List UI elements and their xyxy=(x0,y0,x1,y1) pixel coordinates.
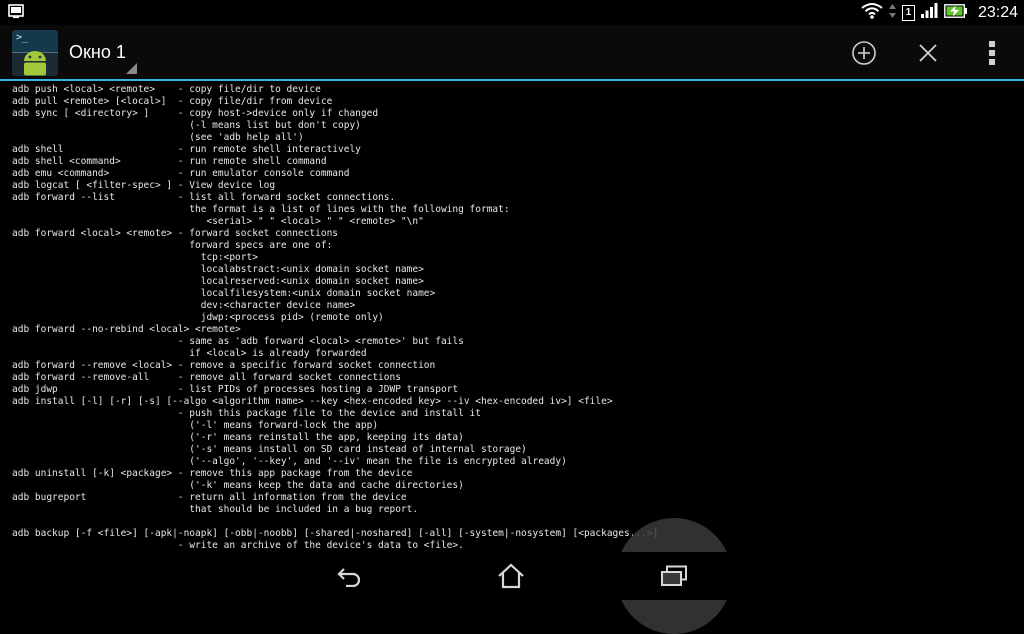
terminal-line: adb emu <command> - run emulator console… xyxy=(12,168,350,179)
terminal-line: adb bugreport - return all information f… xyxy=(12,492,407,503)
terminal-app-icon[interactable]: >_ xyxy=(12,30,58,76)
add-circle-icon[interactable] xyxy=(848,37,880,69)
android-icon xyxy=(24,51,46,76)
terminal-line: adb shell <command> - run remote shell c… xyxy=(12,156,327,167)
terminal-line: ('-l' means forward-lock the app) xyxy=(12,420,379,431)
terminal-line: localfilesystem:<unix domain socket name… xyxy=(12,288,436,299)
terminal-line: adb forward <local> <remote> - forward s… xyxy=(12,228,339,239)
terminal-line: ('-r' means reinstall the app, keeping i… xyxy=(12,432,464,443)
terminal-line: adb jdwp - list PIDs of processes hostin… xyxy=(12,384,459,395)
terminal-line: localabstract:<unix domain socket name> xyxy=(12,264,424,275)
app-icon-prompt: >_ xyxy=(16,32,29,43)
terminal-line: adb push <local> <remote> - copy file/di… xyxy=(12,84,321,95)
more-vert-icon[interactable] xyxy=(976,37,1008,69)
terminal-text: adb push <local> <remote> - copy file/di… xyxy=(0,81,1024,552)
terminal-line: adb pull <remote> [<local>] - copy file/… xyxy=(12,96,333,107)
recents-icon[interactable] xyxy=(654,558,694,594)
sim-badge: 1 xyxy=(901,4,915,21)
terminal-line: ('--algo', '--key', and '--iv' mean the … xyxy=(12,456,567,467)
terminal-line: adb logcat [ <filter-spec> ] - View devi… xyxy=(12,180,276,191)
terminal-line: - write an archive of the device's data … xyxy=(12,540,464,551)
terminal-line: adb forward --list - list all forward so… xyxy=(12,192,396,203)
terminal-line: - same as 'adb forward <local> <remote>'… xyxy=(12,336,464,347)
terminal-line: tcp:<port> xyxy=(12,252,258,263)
status-bar: 1 23:24 xyxy=(0,0,1024,25)
terminal-line: adb forward --remove-all - remove all fo… xyxy=(12,372,401,383)
back-icon[interactable] xyxy=(330,558,370,594)
terminal-line: adb forward --no-rebind <local> <remote> xyxy=(12,324,241,335)
terminal-line: (-l means list but don't copy) xyxy=(12,120,361,131)
terminal-line: that should be included in a bug report. xyxy=(12,504,419,515)
terminal-line: the format is a list of lines with the f… xyxy=(12,204,510,215)
terminal-line: jdwp:<process pid> (remote only) xyxy=(12,312,384,323)
terminal-line: ('-k' means keep the data and cache dire… xyxy=(12,480,464,491)
terminal-line: dev:<character device name> xyxy=(12,300,356,311)
clock: 23:24 xyxy=(977,3,1018,21)
terminal-line: (see 'adb help all') xyxy=(12,132,304,143)
terminal-line: adb forward --remove <local> - remove a … xyxy=(12,360,436,371)
terminal-line: ('-s' means install on SD card instead o… xyxy=(12,444,527,455)
terminal-line: adb backup [-f <file>] [-apk|-noapk] [-o… xyxy=(12,528,659,539)
terminal-line: adb uninstall [-k] <package> - remove th… xyxy=(12,468,413,479)
terminal-line: <serial> " " <local> " " <remote> "\n" xyxy=(12,216,424,227)
terminal-line: adb shell - run remote shell interactive… xyxy=(12,144,361,155)
action-bar: >_ Окно 1 xyxy=(0,25,1024,81)
terminal-line: localreserved:<unix domain socket name> xyxy=(12,276,424,287)
battery-charging-icon xyxy=(944,3,968,22)
navigation-bar xyxy=(0,552,1024,600)
window-title[interactable]: Окно 1 xyxy=(69,42,126,63)
window-dropdown-indicator[interactable] xyxy=(126,63,137,74)
terminal-output[interactable]: adb push <local> <remote> - copy file/di… xyxy=(0,81,1024,552)
data-arrows-icon xyxy=(888,3,896,22)
terminal-line: - push this package file to the device a… xyxy=(12,408,481,419)
close-icon[interactable] xyxy=(912,37,944,69)
home-icon[interactable] xyxy=(491,558,531,594)
screen-icon xyxy=(8,4,24,23)
terminal-line: adb install [-l] [-r] [-s] [--algo <algo… xyxy=(12,396,613,407)
wifi-icon xyxy=(861,2,883,23)
terminal-line: adb sync [ <directory> ] - copy host->de… xyxy=(12,108,379,119)
terminal-line: if <local> is already forwarded xyxy=(12,348,367,359)
terminal-line: forward specs are one of: xyxy=(12,240,333,251)
signal-icon xyxy=(920,3,938,22)
